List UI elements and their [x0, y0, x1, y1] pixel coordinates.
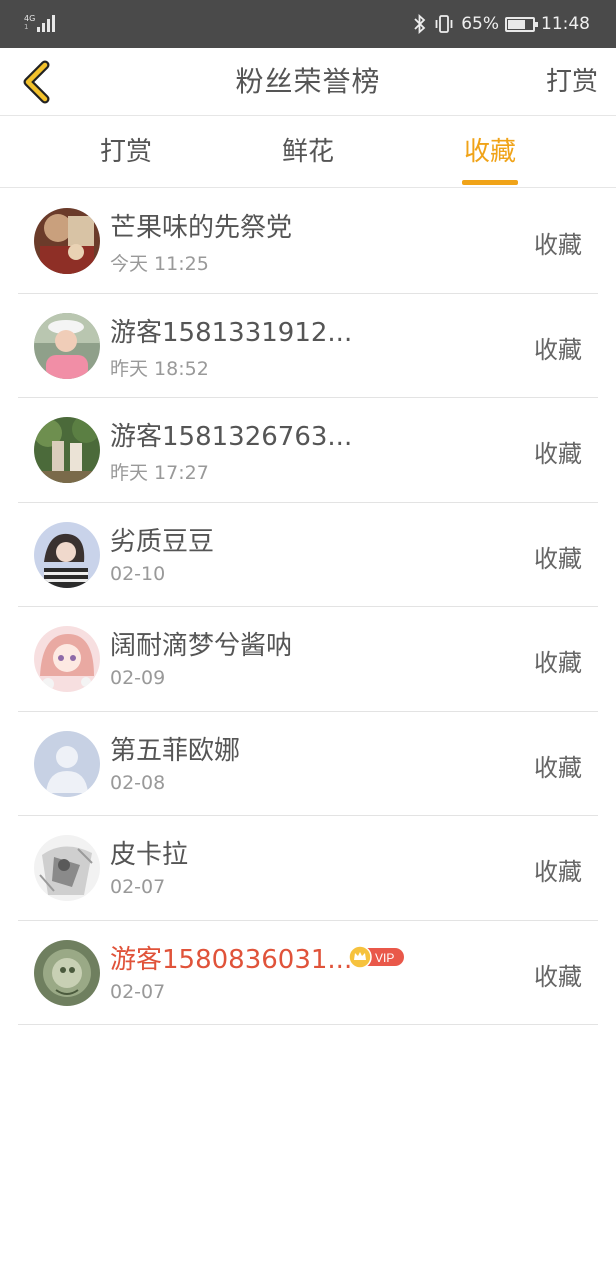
back-button[interactable]	[14, 58, 58, 106]
list-item[interactable]: 游客1581326763... 昨天 17:27 收藏	[18, 398, 598, 503]
avatar[interactable]	[34, 208, 100, 274]
action-label: 收藏	[534, 335, 582, 364]
tab-label: 鲜花	[281, 137, 334, 167]
user-name: 皮卡拉	[110, 840, 189, 870]
timestamp: 今天 11:25	[110, 253, 209, 275]
tab-favorites[interactable]: 收藏	[430, 116, 550, 188]
tab-reward[interactable]: 打赏	[66, 116, 186, 188]
avatar[interactable]	[34, 521, 100, 588]
user-name: 阔耐滴梦兮酱呐	[110, 631, 293, 661]
avatar[interactable]	[34, 939, 100, 1006]
app-header: 粉丝荣誉榜 打赏	[0, 48, 616, 116]
action-label: 收藏	[534, 858, 582, 886]
action-label: 收藏	[534, 962, 582, 991]
network-type: 4G	[24, 14, 36, 23]
status-bar: 4G 1 65% 11:48	[0, 0, 616, 48]
tab-label: 收藏	[463, 137, 516, 167]
timestamp: 02-08	[110, 771, 166, 794]
reward-button[interactable]: 打赏	[546, 48, 598, 116]
user-name: 第五菲欧娜	[110, 735, 241, 766]
default-avatar-icon[interactable]	[34, 730, 100, 797]
action-label: 收藏	[534, 544, 582, 573]
action-label: 收藏	[534, 753, 582, 782]
timestamp: 02-07	[110, 980, 166, 1003]
user-name: 游客1581331912...	[110, 317, 353, 348]
list-item[interactable]: 皮卡拉 02-07 收藏	[18, 816, 598, 921]
avatar[interactable]	[34, 312, 100, 379]
vip-badge: VIP	[348, 944, 406, 969]
action-label: 收藏	[534, 231, 582, 259]
list-item[interactable]: 游客1580836031... VIP 02-07 收藏	[18, 921, 598, 1025]
user-name: 芒果味的先祭党	[110, 213, 293, 243]
active-tab-indicator	[462, 180, 518, 185]
bluetooth-icon	[414, 14, 426, 34]
list-item[interactable]: 阔耐滴梦兮酱呐 02-09 收藏	[18, 607, 598, 712]
list-item[interactable]: 游客1581331912... 昨天 18:52 收藏	[18, 294, 598, 398]
avatar[interactable]	[34, 417, 100, 483]
user-name: 游客1580836031...	[110, 944, 353, 975]
vibrate-icon	[435, 15, 453, 33]
avatar[interactable]	[34, 626, 100, 692]
tab-label: 打赏	[99, 137, 152, 167]
tab-bar: 打赏 鲜花 收藏	[0, 116, 616, 188]
timestamp: 02-07	[110, 876, 166, 898]
signal-indicator: 4G 1	[24, 12, 56, 32]
battery-icon	[505, 16, 538, 32]
vip-label: VIP	[375, 951, 394, 965]
fan-list: 芒果味的先祭党 今天 11:25 收藏 游客1581331912... 昨天 1…	[0, 189, 616, 1025]
list-item[interactable]: 芒果味的先祭党 今天 11:25 收藏	[18, 189, 598, 294]
network-sub: 1	[24, 23, 29, 31]
clock: 11:48	[541, 14, 590, 34]
timestamp: 昨天 18:52	[110, 357, 209, 380]
timestamp: 02-10	[110, 562, 166, 585]
timestamp: 02-09	[110, 667, 166, 689]
avatar[interactable]	[34, 835, 100, 901]
user-name: 劣质豆豆	[110, 526, 215, 557]
action-label: 收藏	[534, 440, 582, 468]
battery-percent: 65%	[461, 14, 499, 34]
user-name: 游客1581326763...	[110, 422, 353, 452]
signal-bars-icon	[37, 12, 56, 32]
action-label: 收藏	[534, 649, 582, 677]
list-item[interactable]: 第五菲欧娜 02-08 收藏	[18, 712, 598, 816]
chevron-left-icon	[23, 60, 50, 104]
list-item[interactable]: 劣质豆豆 02-10 收藏	[18, 503, 598, 607]
tab-flowers[interactable]: 鲜花	[248, 116, 368, 188]
timestamp: 昨天 17:27	[110, 462, 209, 484]
page-title: 粉丝荣誉榜	[235, 65, 381, 98]
